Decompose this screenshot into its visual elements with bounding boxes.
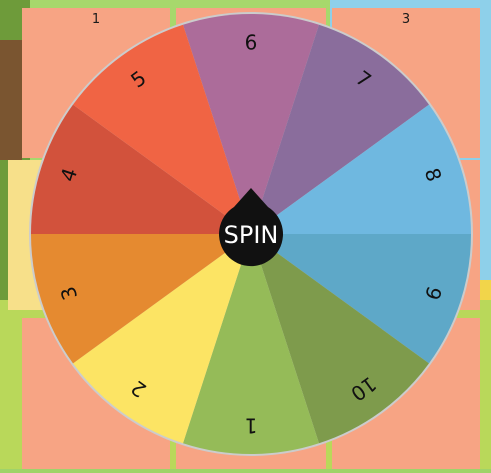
spin-label: SPIN — [223, 221, 279, 249]
wheel-segment-label: 1 — [245, 414, 258, 438]
game-board: 1 3 6 7 8 9 10 1 2 3 4 5 SPIN — [0, 0, 491, 469]
spin-button[interactable]: SPIN — [216, 188, 286, 270]
wheel-segment-label: 6 — [245, 31, 258, 55]
